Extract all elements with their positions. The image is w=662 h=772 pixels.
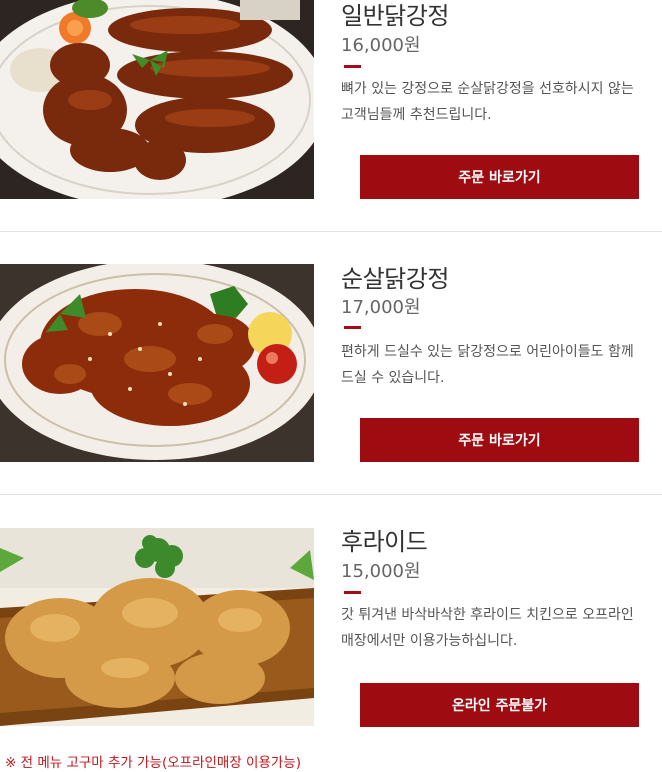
menu-photo bbox=[0, 0, 314, 199]
menu-name: 일반닭강정 bbox=[341, 2, 449, 30]
footnote: ※ 전 메뉴 고구마 추가 가능(오프라인매장 이용가능) bbox=[5, 755, 301, 771]
menu-description: 갓 튀겨낸 바삭바삭한 후라이드 치킨으로 오프라인매장에서만 이용가능하십니다… bbox=[341, 607, 634, 649]
menu-description: 뼈가 있는 강정으로 순살닭강정을 선호하시지 않는 고객님들께 추천드립니다. bbox=[341, 81, 634, 123]
menu-photo bbox=[0, 528, 314, 726]
menu-price: 17,000원 bbox=[341, 297, 421, 318]
order-button[interactable]: 주문 바로가기 bbox=[360, 418, 639, 462]
accent-bar bbox=[344, 326, 361, 329]
menu-name: 후라이드 bbox=[341, 528, 428, 556]
menu-price: 16,000원 bbox=[341, 35, 421, 56]
menu-description: 편하게 드실수 있는 닭강정으로 어린아이들도 함께 드실 수 있습니다. bbox=[341, 344, 634, 386]
divider bbox=[0, 231, 662, 232]
menu-price: 15,000원 bbox=[341, 561, 421, 582]
menu-name: 순살닭강정 bbox=[341, 265, 449, 293]
accent-bar bbox=[344, 591, 361, 594]
menu-photo bbox=[0, 264, 314, 462]
accent-bar bbox=[344, 65, 361, 68]
divider bbox=[0, 494, 662, 495]
order-unavailable-button[interactable]: 온라인 주문불가 bbox=[360, 683, 639, 727]
order-button[interactable]: 주문 바로가기 bbox=[360, 155, 639, 199]
